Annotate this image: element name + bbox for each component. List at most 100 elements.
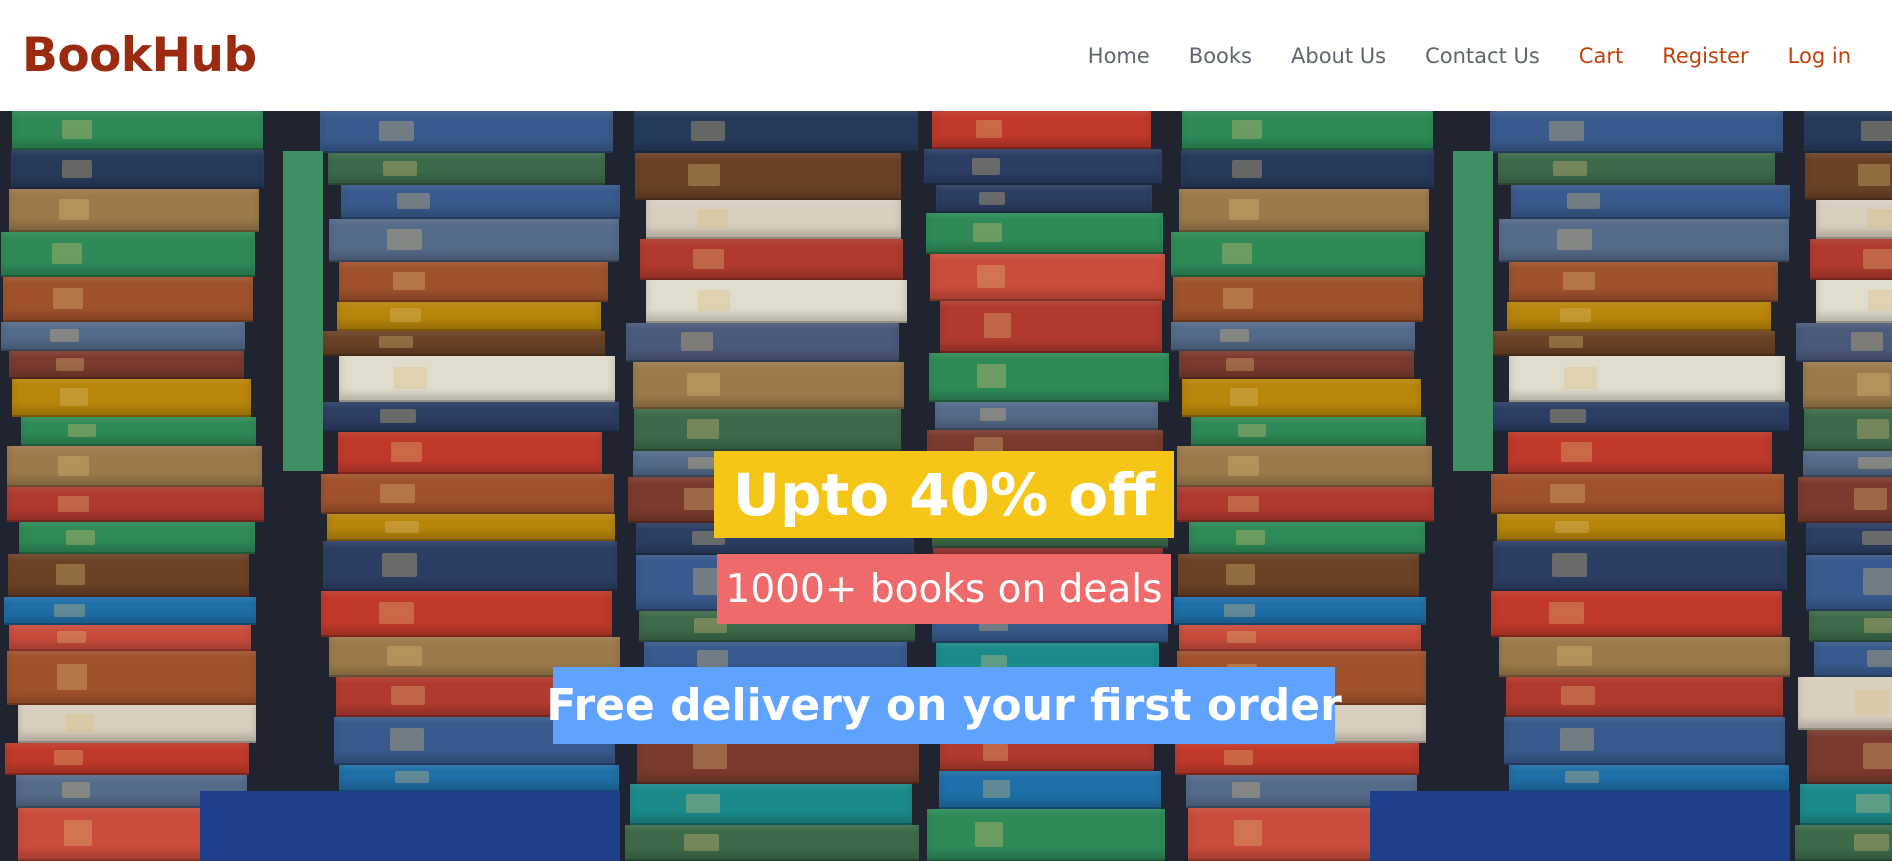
- hero-banner: Upto 40% off 1000+ books on deals Free d…: [0, 111, 1892, 861]
- nav-register-link[interactable]: Register: [1662, 44, 1748, 68]
- book-spine: [1803, 361, 1892, 409]
- main-nav: Home Books About Us Contact Us Cart Regi…: [1049, 44, 1851, 68]
- book-spine: [339, 764, 619, 792]
- book-spine: [339, 262, 608, 302]
- book-spine: [1509, 764, 1789, 792]
- vertical-book-spine: [1453, 151, 1493, 471]
- book-spine: [1189, 522, 1425, 555]
- book-spine: [1493, 330, 1775, 356]
- book-spine: [11, 150, 264, 189]
- book-spine: [936, 185, 1152, 214]
- book-spine: [4, 597, 256, 626]
- book-spine: [930, 254, 1165, 301]
- book-spine: [9, 351, 244, 380]
- site-header: BookHub Home Books About Us Contact Us C…: [0, 0, 1892, 111]
- book-spine: [1498, 153, 1775, 186]
- book-spine: [625, 825, 919, 861]
- book-spine: [1800, 784, 1892, 826]
- book-spine: [7, 446, 262, 488]
- book-spine: [1816, 280, 1892, 324]
- book-spine: [626, 323, 899, 362]
- book-spine: [323, 541, 617, 592]
- nav-books-link[interactable]: Books: [1189, 44, 1252, 68]
- book-spine: [1798, 677, 1892, 730]
- book-spine: [1499, 636, 1790, 678]
- book-spine: [633, 361, 904, 409]
- book-spine: [1177, 446, 1432, 488]
- book-spine: [929, 352, 1169, 402]
- book-spine: [1179, 625, 1421, 651]
- book-spine: [7, 650, 256, 706]
- book-spine: [924, 149, 1162, 186]
- book-spine: [9, 625, 251, 651]
- book-spine: [1491, 591, 1782, 637]
- book-spine: [646, 199, 901, 240]
- book-spine: [1491, 474, 1784, 515]
- book-spine: [1798, 476, 1892, 524]
- book-spine: [640, 239, 903, 281]
- book-spine: [1493, 541, 1787, 592]
- book-stack: [320, 111, 620, 861]
- book-spine: [1511, 185, 1790, 219]
- book-spine: [1, 232, 255, 278]
- book-spine: [1490, 401, 1789, 432]
- book-spine: [1805, 152, 1892, 200]
- book-spine: [646, 280, 907, 324]
- book-spine: [1816, 199, 1892, 240]
- nav-login-link[interactable]: Log in: [1788, 44, 1851, 68]
- deals-banner: 1000+ books on deals: [717, 554, 1171, 624]
- book-spine: [927, 809, 1165, 861]
- book-spine: [341, 185, 620, 219]
- book-spine: [1509, 355, 1785, 402]
- book-spine: [1796, 323, 1892, 362]
- nav-home-link[interactable]: Home: [1088, 44, 1150, 68]
- book-spine: [320, 111, 613, 154]
- book-spine: [321, 474, 614, 515]
- book-spine: [1182, 379, 1421, 417]
- book-spine: [339, 355, 615, 402]
- dark-book-shadow: [200, 791, 620, 861]
- book-spine: [1810, 239, 1892, 281]
- book-spine: [323, 330, 605, 356]
- site-logo[interactable]: BookHub: [22, 28, 257, 83]
- book-spine: [1179, 188, 1429, 233]
- book-spine: [3, 277, 253, 323]
- book-spine: [940, 300, 1162, 353]
- book-spine: [635, 152, 901, 200]
- book-spine: [1171, 232, 1425, 278]
- nav-contact-link[interactable]: Contact Us: [1425, 44, 1540, 68]
- nav-cart-link[interactable]: Cart: [1579, 44, 1623, 68]
- stacked-books-image-repeat: [1170, 111, 1892, 861]
- book-spine: [1814, 642, 1892, 678]
- book-spine: [320, 401, 619, 432]
- book-spine: [1508, 431, 1772, 474]
- book-spine: [1795, 825, 1892, 861]
- book-spine: [926, 213, 1163, 255]
- book-spine: [1507, 301, 1771, 331]
- book-spine: [1506, 677, 1783, 717]
- book-spine: [8, 554, 249, 598]
- book-spine: [1191, 416, 1426, 447]
- book-spine: [19, 522, 255, 555]
- book-spine: [21, 416, 256, 447]
- book-spine: [327, 514, 615, 542]
- book-spine: [328, 153, 605, 186]
- book-spine: [1804, 111, 1892, 153]
- book-spine: [5, 742, 249, 775]
- discount-banner: Upto 40% off: [714, 451, 1174, 538]
- vertical-book-spine: [283, 151, 323, 471]
- nav-about-link[interactable]: About Us: [1291, 44, 1386, 68]
- book-spine: [1178, 554, 1419, 598]
- book-spine: [1806, 554, 1892, 612]
- free-delivery-banner: Free delivery on your first order: [546, 667, 1342, 744]
- book-spine: [12, 111, 263, 151]
- book-spine: [1174, 597, 1426, 626]
- book-spine: [1803, 450, 1892, 477]
- book-spine: [1509, 262, 1778, 302]
- book-spine: [1177, 487, 1434, 523]
- book-spine: [7, 487, 264, 523]
- book-stack: [1170, 111, 1435, 861]
- book-spine: [630, 784, 912, 826]
- book-spine: [634, 408, 901, 451]
- book-spine: [338, 431, 602, 474]
